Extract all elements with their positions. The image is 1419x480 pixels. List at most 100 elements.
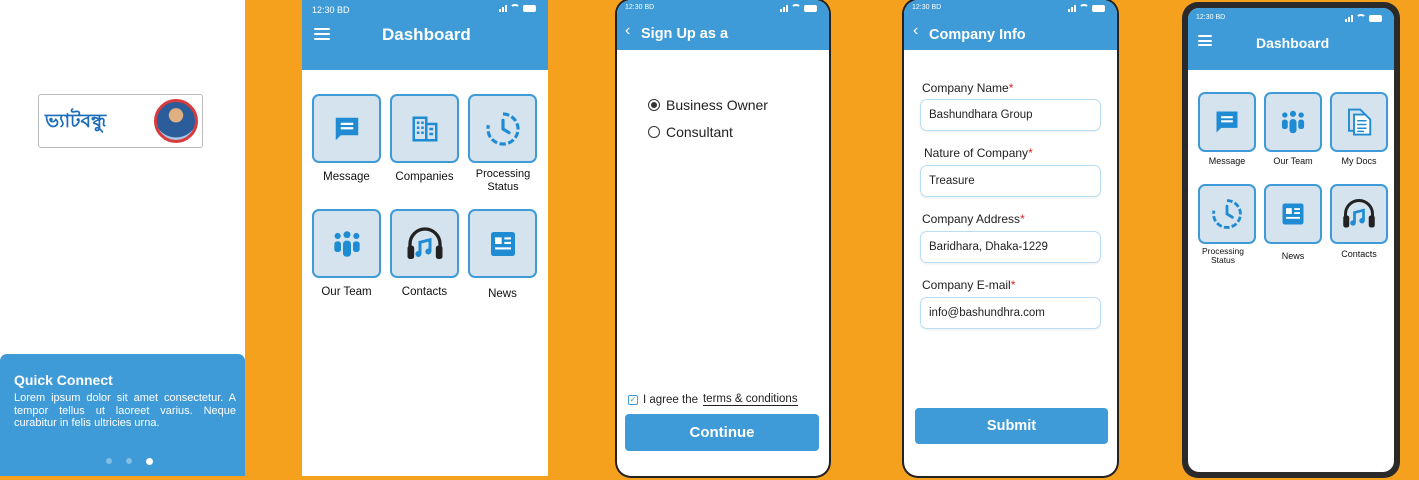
tile-message[interactable] xyxy=(1198,92,1256,152)
continue-button[interactable]: Continue xyxy=(625,414,819,451)
status-bar: 12:30 BD xyxy=(1188,8,1394,26)
tile-news[interactable] xyxy=(1264,184,1322,244)
terms-prefix: I agree the xyxy=(643,393,698,406)
status-bar: 12:30 BD xyxy=(617,0,829,18)
page-title: Company Info xyxy=(929,27,1026,43)
tile-label-our-team: Our Team xyxy=(321,286,372,298)
field-label-company-email: Company E-mail* xyxy=(922,278,1016,292)
status-icons xyxy=(780,4,817,12)
tile-label-contacts: Contacts xyxy=(1341,249,1377,259)
tile-contacts[interactable] xyxy=(1330,184,1388,244)
page-indicator xyxy=(106,458,153,465)
document-icon xyxy=(1344,107,1374,137)
page-dot[interactable] xyxy=(126,458,132,464)
required-mark: * xyxy=(1020,212,1025,226)
back-chevron-icon[interactable]: ‹ xyxy=(913,22,918,40)
tile-label-companies: Companies xyxy=(395,171,454,183)
tile-processing-status[interactable] xyxy=(1198,184,1256,244)
signal-icon xyxy=(1068,4,1076,12)
tile-processing-status[interactable] xyxy=(468,94,537,163)
status-carrier: BD xyxy=(337,5,350,15)
tile-our-team[interactable] xyxy=(312,209,381,278)
status-time: 12:30 xyxy=(625,4,643,11)
radio-option-business-owner[interactable]: Business Owner xyxy=(648,97,768,113)
battery-icon xyxy=(1092,5,1105,12)
phone-frame: 12:30 BD Dashboard Message Our Team My D… xyxy=(1182,2,1400,478)
required-mark: * xyxy=(1028,146,1033,160)
battery-icon xyxy=(523,5,536,12)
battery-icon xyxy=(1369,15,1382,22)
signup-screen: 12:30 BD ‹ Sign Up as a Business Owner C… xyxy=(617,0,829,476)
status-carrier: BD xyxy=(644,4,655,11)
status-icons xyxy=(499,4,536,12)
field-label-company-address: Company Address* xyxy=(922,212,1025,226)
company-name-field[interactable]: Bashundhara Group xyxy=(920,99,1101,131)
tile-companies[interactable] xyxy=(390,94,459,163)
signal-icon xyxy=(499,4,507,12)
status-carrier: BD xyxy=(1215,14,1226,21)
required-mark: * xyxy=(1008,81,1014,95)
battery-icon xyxy=(804,5,817,12)
tile-label-message: Message xyxy=(323,171,370,183)
headphones-icon xyxy=(1341,196,1377,232)
news-icon xyxy=(487,228,519,260)
tile-label-news: News xyxy=(1281,251,1305,261)
signal-icon xyxy=(780,4,788,12)
wifi-icon xyxy=(791,4,801,12)
tile-label-news: News xyxy=(488,288,517,300)
menu-icon[interactable] xyxy=(314,28,330,40)
page-dot-active[interactable] xyxy=(146,458,153,465)
signal-icon xyxy=(1345,14,1353,22)
app-header: 12:30 BD Dashboard xyxy=(1188,8,1394,70)
radio-label: Consultant xyxy=(666,124,733,140)
required-mark: * xyxy=(1010,278,1016,292)
status-icons xyxy=(1345,14,1382,22)
field-label-nature-of-company: Nature of Company* xyxy=(924,146,1033,160)
terms-checkbox[interactable]: ✓ xyxy=(628,394,638,405)
terms-link[interactable]: terms & conditions xyxy=(702,393,798,406)
message-icon xyxy=(1213,108,1241,136)
wifi-icon xyxy=(1079,4,1089,12)
radio-selected-icon xyxy=(648,99,660,111)
headphones-icon xyxy=(405,224,445,264)
quick-connect-body: Lorem ipsum dolor sit amet consectetur. … xyxy=(14,392,236,429)
status-bar: 12:30 BD xyxy=(302,0,548,18)
dashboard-screen: 12:30 BD Dashboard Message Companies Pro… xyxy=(302,0,548,476)
tile-label-my-docs: My Docs xyxy=(1341,156,1377,166)
field-label-company-name: Company Name* xyxy=(922,81,1014,95)
tile-our-team[interactable] xyxy=(1264,92,1322,152)
page-title: Dashboard xyxy=(1256,35,1330,51)
tile-news[interactable] xyxy=(468,209,537,278)
tile-my-docs[interactable] xyxy=(1330,92,1388,152)
tile-message[interactable] xyxy=(312,94,381,163)
wifi-icon xyxy=(510,4,520,12)
tile-contacts[interactable] xyxy=(390,209,459,278)
logo-avatar-icon xyxy=(154,99,198,143)
splash-screen: ভ্যাটবন্ধু Quick Connect Lorem ipsum dol… xyxy=(0,0,245,476)
clock-icon xyxy=(1210,197,1244,231)
app-header: 12:30 BD ‹ Sign Up as a xyxy=(617,0,829,50)
submit-button[interactable]: Submit xyxy=(915,408,1108,444)
radio-option-consultant[interactable]: Consultant xyxy=(648,124,733,140)
status-carrier: BD xyxy=(931,4,942,11)
radio-label: Business Owner xyxy=(666,97,768,113)
app-logo: ভ্যাটবন্ধু xyxy=(38,94,203,148)
back-chevron-icon[interactable]: ‹ xyxy=(625,22,630,40)
company-info-screen: 12:30 BD ‹ Company Info Company Name* Ba… xyxy=(904,0,1117,476)
tile-label-message: Message xyxy=(1208,156,1246,166)
tile-label-processing-status: Processing Status xyxy=(475,168,531,193)
quick-connect-panel: Quick Connect Lorem ipsum dolor sit amet… xyxy=(0,354,245,476)
status-time: 12:30 xyxy=(312,5,335,15)
quick-connect-title: Quick Connect xyxy=(14,372,113,388)
nature-of-company-field[interactable]: Treasure xyxy=(920,165,1101,197)
tile-label-our-team: Our Team xyxy=(1273,156,1313,166)
wifi-icon xyxy=(1356,14,1366,22)
company-address-field[interactable]: Baridhara, Dhaka-1229 xyxy=(920,231,1101,263)
page-dot[interactable] xyxy=(106,458,112,464)
menu-icon[interactable] xyxy=(1198,35,1212,46)
terms-row: ✓ I agree the terms & conditions xyxy=(628,393,798,406)
status-bar: 12:30 BD xyxy=(904,0,1117,18)
company-email-field[interactable]: info@bashundhra.com xyxy=(920,297,1101,329)
app-header: 12:30 BD Dashboard xyxy=(302,0,548,70)
radio-unselected-icon xyxy=(648,126,660,138)
